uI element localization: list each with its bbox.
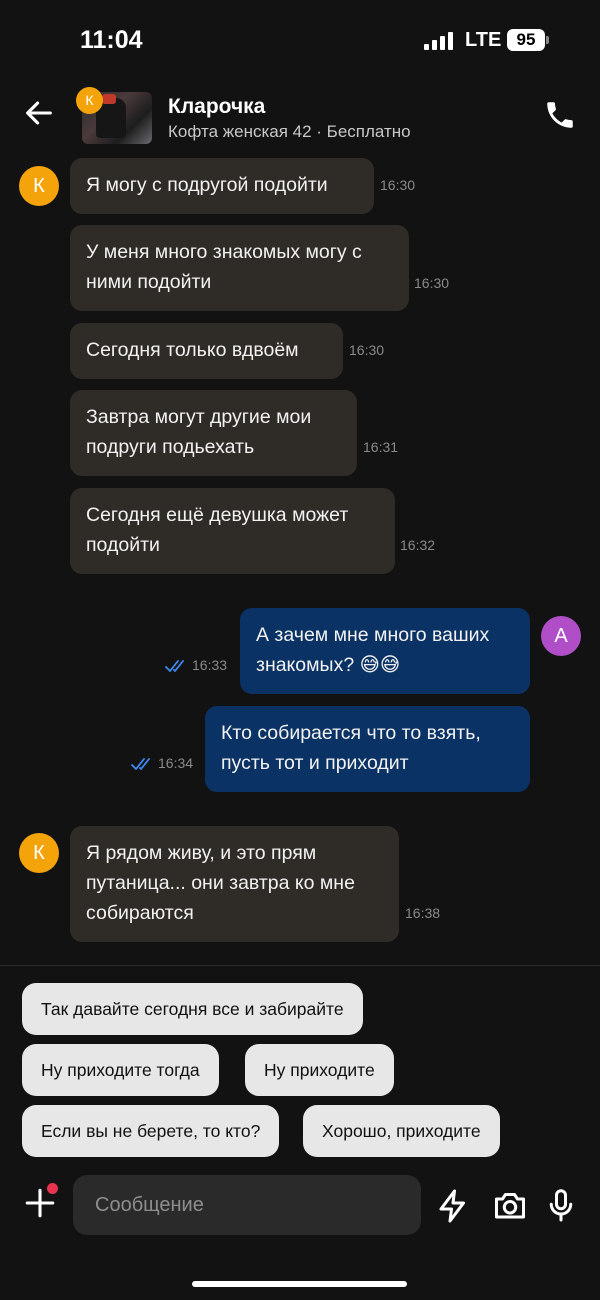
chat-header: К Кларочка Кофта женская 42 · Бесплатно bbox=[0, 82, 600, 148]
message-input[interactable] bbox=[73, 1175, 421, 1235]
status-time: 11:04 bbox=[80, 26, 143, 54]
user-avatar[interactable]: А bbox=[541, 616, 581, 656]
quick-reply-chip[interactable]: Если вы не берете, то кто? bbox=[22, 1105, 280, 1157]
camera-icon[interactable] bbox=[492, 1187, 528, 1223]
message-bubble[interactable]: У меня много знакомых могу с ними подойт… bbox=[70, 225, 409, 311]
message-time: 16:32 bbox=[400, 537, 436, 553]
message-time: 16:31 bbox=[363, 439, 399, 455]
double-check-icon bbox=[131, 758, 150, 770]
lightning-icon[interactable] bbox=[435, 1188, 471, 1224]
message-bubble[interactable]: Завтра могут другие мои подруги подьехат… bbox=[70, 390, 357, 476]
chat-subtitle[interactable]: Кофта женская 42 · Бесплатно bbox=[168, 122, 411, 142]
message-bubble[interactable]: Сегодня ещё девушка может подойти bbox=[70, 488, 395, 574]
message-bubble[interactable]: Я рядом живу, и это прям путаница... они… bbox=[70, 826, 399, 942]
seller-avatar: К bbox=[76, 87, 103, 114]
home-indicator[interactable] bbox=[192, 1281, 407, 1287]
network-label: LTE bbox=[465, 29, 502, 51]
quick-reply-chip[interactable]: Ну приходите тогда bbox=[22, 1044, 219, 1096]
quick-reply-chip[interactable]: Так давайте сегодня все и забирайте bbox=[22, 983, 363, 1035]
microphone-icon[interactable] bbox=[543, 1187, 579, 1223]
message-bubble[interactable]: Сегодня только вдвоём bbox=[70, 323, 343, 379]
battery-tip bbox=[546, 36, 549, 44]
message-time: 16:30 bbox=[414, 275, 450, 291]
message-time: 16:33 bbox=[192, 657, 228, 673]
message-time: 16:30 bbox=[380, 177, 416, 193]
seller-avatar[interactable]: К bbox=[19, 833, 59, 873]
signal-icon bbox=[424, 32, 454, 50]
message-bubble[interactable]: А зачем мне много ваших знакомых? 😅😅 bbox=[240, 608, 530, 694]
message-time: 16:30 bbox=[349, 342, 385, 358]
message-bubble[interactable]: Я могу с подругой подойти bbox=[70, 158, 374, 214]
message-time: 16:34 bbox=[158, 755, 194, 771]
phone-icon[interactable] bbox=[543, 98, 577, 132]
quick-reply-chip[interactable]: Хорошо, приходите bbox=[303, 1105, 500, 1157]
battery-icon: 95 bbox=[507, 29, 545, 51]
seller-avatar[interactable]: К bbox=[19, 166, 59, 206]
message-time: 16:38 bbox=[405, 905, 441, 921]
divider bbox=[0, 965, 600, 966]
status-bar: 11:04 LTE 95 bbox=[0, 0, 600, 80]
double-check-icon bbox=[165, 660, 184, 672]
chat-title[interactable]: Кларочка bbox=[168, 95, 265, 119]
quick-reply-chip[interactable]: Ну приходите bbox=[245, 1044, 394, 1096]
message-bubble[interactable]: Кто собирается что то взять, пусть тот и… bbox=[205, 706, 530, 792]
notification-dot bbox=[47, 1183, 58, 1194]
arrow-left-icon[interactable] bbox=[22, 96, 56, 130]
